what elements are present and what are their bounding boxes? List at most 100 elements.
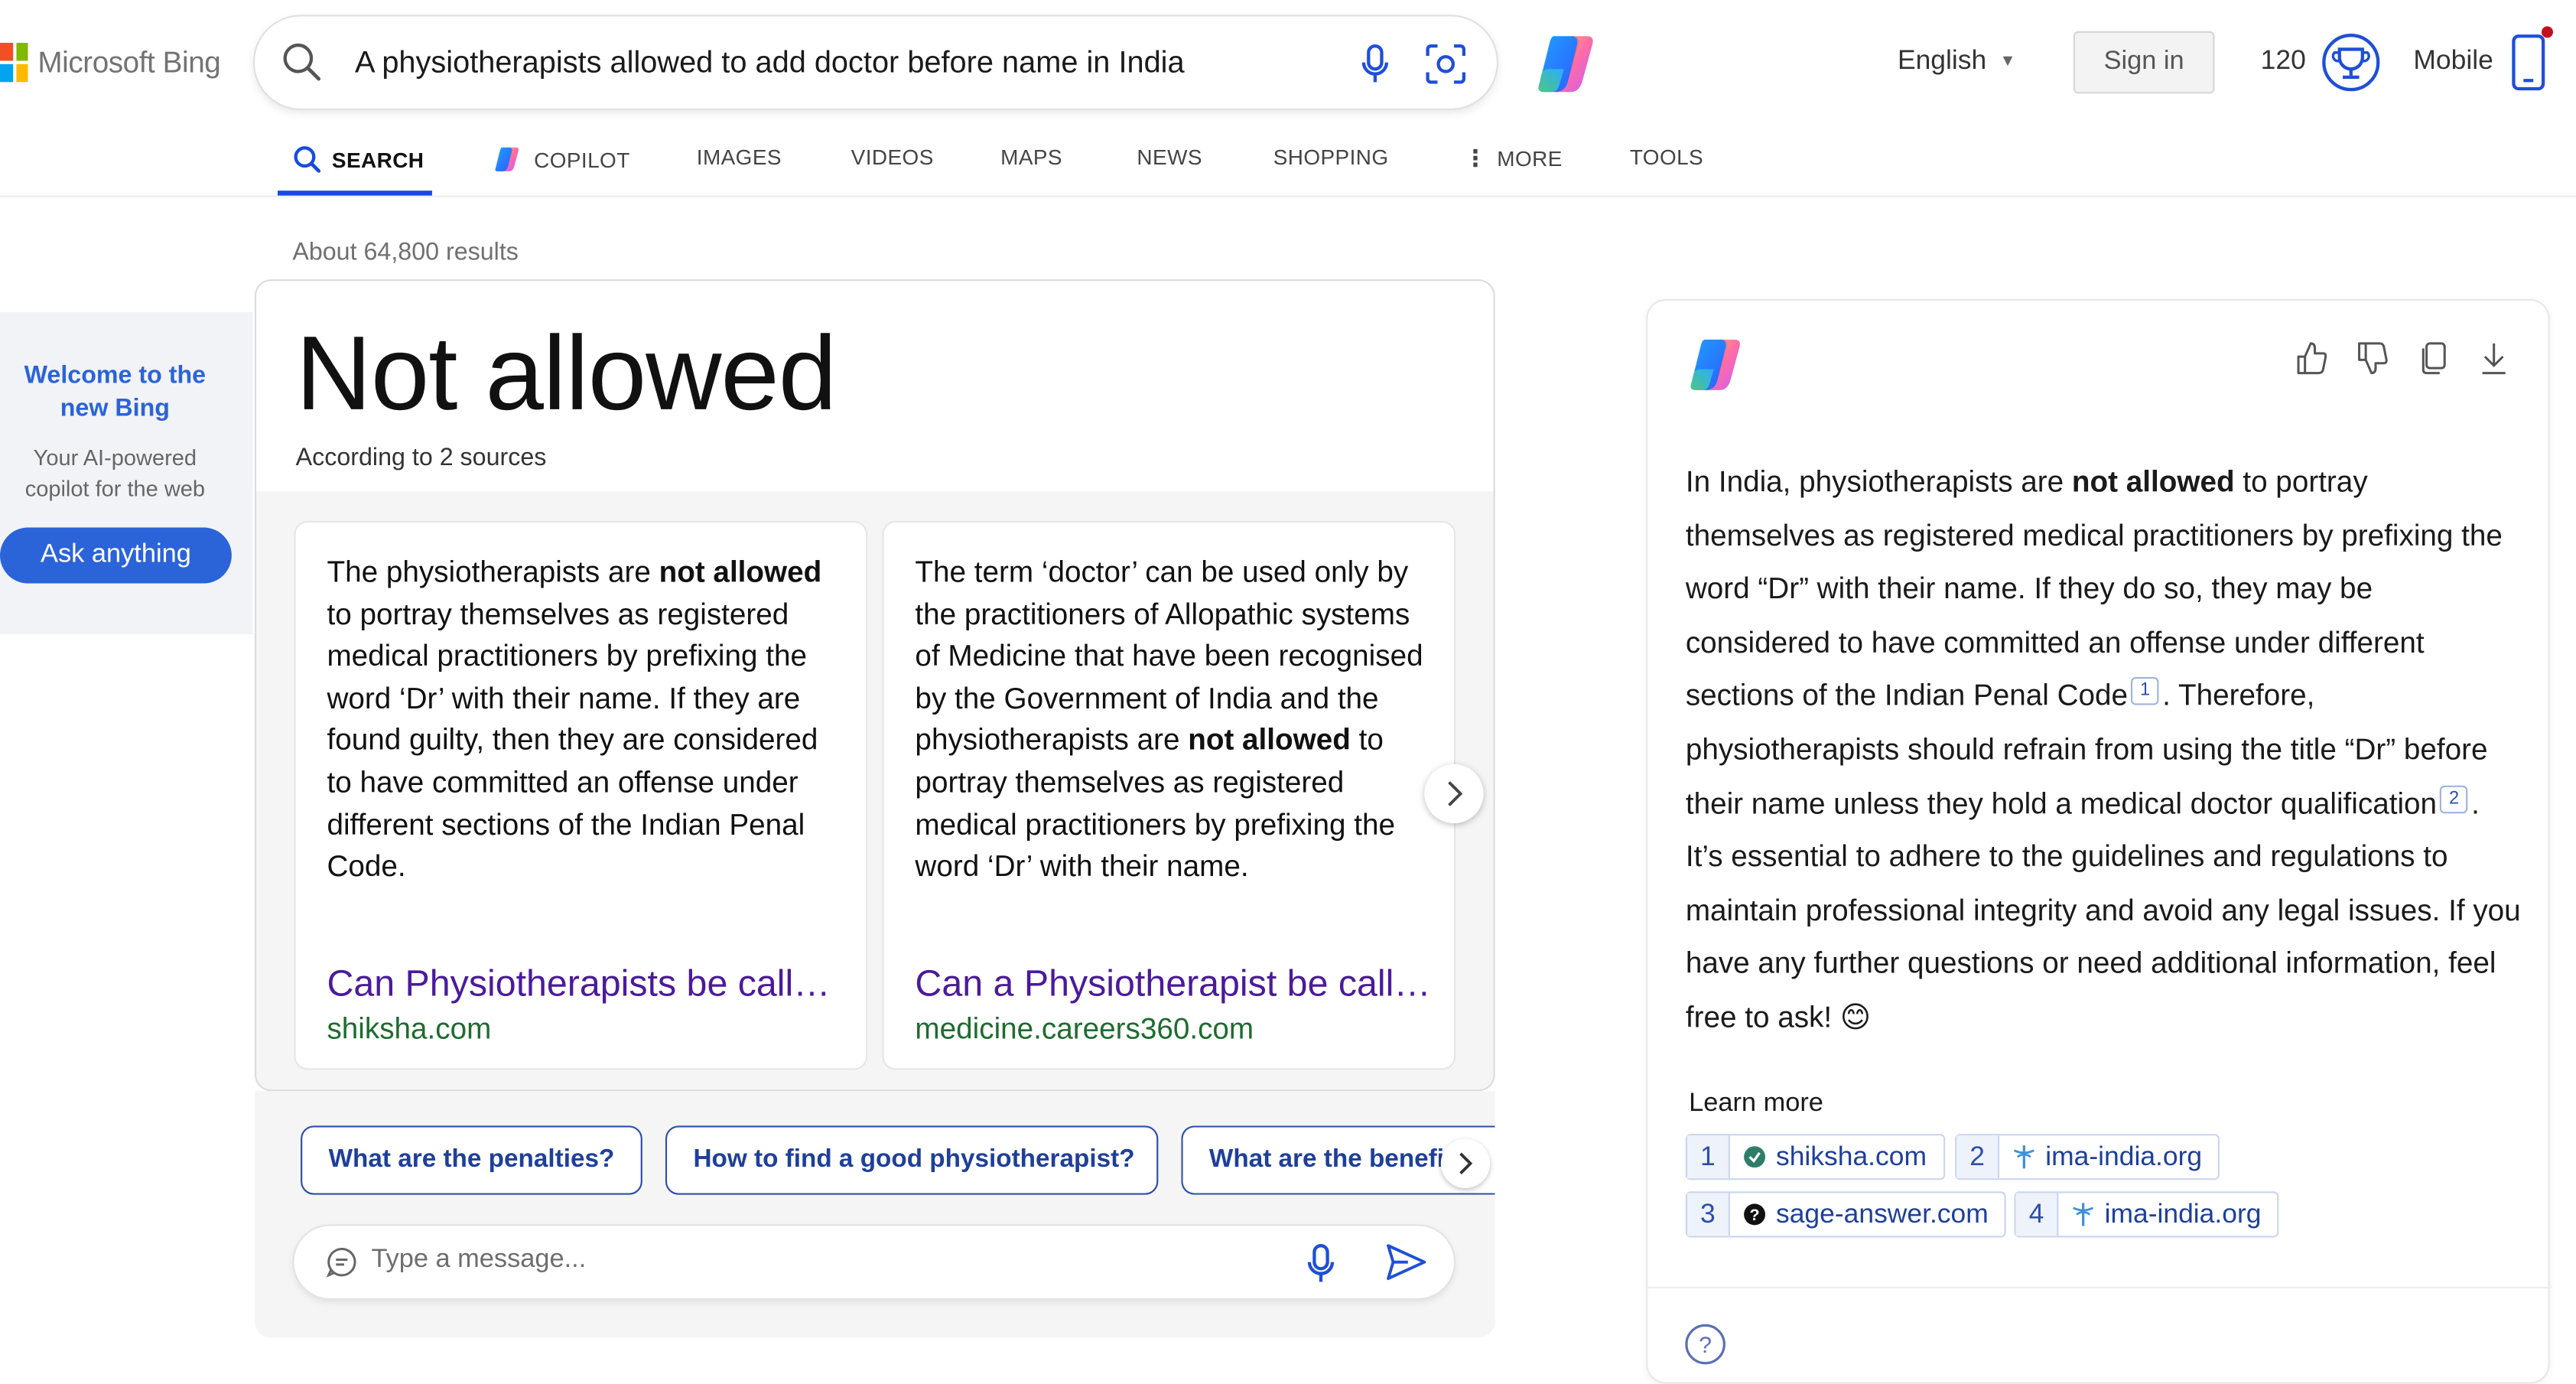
copilot-answer-text: In India, physiotherapists are not allow…	[1685, 464, 2521, 1034]
source-domain[interactable]: medicine.careers360.com	[915, 1012, 1254, 1047]
answer-card: Not allowed According to 2 sources The p…	[254, 279, 1495, 1092]
reference-number: 4	[2015, 1193, 2059, 1236]
chevron-right-icon	[1448, 781, 1463, 806]
tab-maps[interactable]: MAPS	[1000, 145, 1062, 169]
search-nav: SEARCH COPILOT IMAGES VIDEOS MAPS NEWS S…	[0, 132, 2576, 197]
language-label: English	[1897, 46, 1987, 76]
chips-next-button[interactable]	[1440, 1138, 1491, 1189]
reference-domain: shiksha.com	[1775, 1141, 1927, 1171]
tab-label: SEARCH	[331, 147, 424, 172]
citation-marker[interactable]: 2	[2440, 784, 2468, 813]
carousel-next-button[interactable]	[1424, 764, 1484, 824]
more-vertical-icon: ⋮	[1463, 145, 1488, 171]
tab-label: IMAGES	[696, 145, 782, 170]
tab-tools[interactable]: TOOLS	[1630, 145, 1703, 169]
reference-number: 1	[1686, 1135, 1730, 1179]
tab-label: SHOPPING	[1273, 145, 1389, 170]
caduceus-icon	[2012, 1144, 2035, 1170]
tab-images[interactable]: IMAGES	[697, 145, 782, 169]
tab-more[interactable]: ⋮ MORE	[1464, 145, 1563, 173]
visual-search-icon[interactable]	[1424, 43, 1467, 86]
microphone-icon[interactable]	[1305, 1242, 1338, 1285]
copy-icon[interactable]	[2417, 340, 2450, 376]
source-snippet: The physiotherapists are not allowed to …	[327, 555, 822, 883]
active-tab-indicator	[278, 191, 432, 196]
language-selector[interactable]: English ▼	[1898, 46, 2016, 77]
svg-text:?: ?	[1750, 1206, 1760, 1224]
reference-link[interactable]: 4 ima-india.org	[2014, 1191, 2280, 1238]
download-icon[interactable]	[2477, 340, 2510, 376]
reference-link[interactable]: 1 shiksha.com	[1685, 1134, 1945, 1180]
source-card[interactable]: The term ‘doctor’ can be used only by th…	[882, 520, 1456, 1070]
tab-label: TOOLS	[1629, 145, 1704, 170]
mobile-label[interactable]: Mobile	[2413, 46, 2493, 77]
thumbs-down-icon[interactable]	[2356, 340, 2389, 376]
chevron-down-icon: ▼	[1999, 52, 2016, 71]
citation-marker[interactable]: 1	[2131, 677, 2159, 706]
reference-link[interactable]: 2 ima-india.org	[1955, 1134, 2220, 1180]
sign-in-button[interactable]: Sign in	[2073, 31, 2215, 94]
tab-news[interactable]: NEWS	[1137, 145, 1202, 169]
copilot-answer-panel: In India, physiotherapists are not allow…	[1646, 298, 2552, 1384]
tab-label: COPILOT	[534, 147, 630, 172]
shiksha-favicon-icon	[1743, 1145, 1766, 1168]
thumbs-up-icon[interactable]	[2295, 340, 2328, 376]
welcome-panel: Welcome to the new Bing Your AI-powered …	[0, 312, 253, 635]
rewards-points[interactable]: 120	[2261, 46, 2306, 77]
source-link[interactable]: Can a Physiotherapist be called Doctor?	[915, 963, 1437, 1006]
question-circle-icon: ?	[1743, 1203, 1766, 1226]
tab-videos[interactable]: VIDEOS	[851, 145, 934, 169]
panel-divider	[1647, 1286, 2552, 1289]
answer-actions	[2295, 340, 2510, 376]
tab-shopping[interactable]: SHOPPING	[1273, 145, 1389, 169]
message-input-box[interactable]: Type a message...	[294, 1226, 1454, 1298]
search-input[interactable]: A physiotherapists allowed to add doctor…	[355, 44, 1185, 80]
results-count: About 64,800 results	[292, 238, 519, 266]
search-icon	[294, 146, 321, 173]
chat-bubble-icon	[326, 1247, 356, 1278]
source-domain[interactable]: shiksha.com	[327, 1012, 491, 1047]
ask-anything-button[interactable]: Ask anything	[0, 527, 232, 584]
answer-headline: Not allowed	[295, 314, 838, 432]
svg-text:?: ?	[1699, 1333, 1712, 1358]
followup-chip[interactable]: What are the penalties?	[301, 1125, 642, 1195]
tab-copilot[interactable]: COPILOT	[491, 145, 629, 174]
notification-dot	[2541, 26, 2553, 38]
message-input[interactable]: Type a message...	[371, 1246, 586, 1275]
answer-header: Not allowed According to 2 sources	[256, 281, 1494, 492]
tab-label: MORE	[1497, 146, 1563, 171]
answer-source-count: According to 2 sources	[295, 443, 547, 472]
learn-more-label: Learn more	[1689, 1089, 1823, 1118]
reference-domain: ima-india.org	[2104, 1198, 2262, 1229]
search-icon[interactable]	[281, 41, 324, 84]
followup-section: What are the penalties? How to find a go…	[254, 1091, 1495, 1338]
tab-search[interactable]: SEARCH	[292, 145, 424, 174]
welcome-subtitle: Your AI-powered copilot for the web	[24, 445, 206, 502]
bing-logo[interactable]: Microsoft Bing	[0, 42, 221, 83]
source-card[interactable]: The physiotherapists are not allowed to …	[294, 520, 868, 1070]
reference-domain: sage-answer.com	[1775, 1198, 1989, 1229]
tab-label: NEWS	[1137, 145, 1202, 170]
caduceus-icon	[2072, 1201, 2095, 1227]
source-snippet: The term ‘doctor’ can be used only by th…	[915, 555, 1423, 883]
welcome-title: Welcome to the new Bing	[24, 361, 207, 423]
search-box[interactable]: A physiotherapists allowed to add doctor…	[254, 16, 1497, 109]
copilot-logo-icon	[1690, 339, 1740, 390]
followup-chip[interactable]: How to find a good physiotherapist?	[665, 1125, 1159, 1195]
help-icon[interactable]: ?	[1684, 1323, 1727, 1366]
send-icon[interactable]	[1385, 1241, 1428, 1284]
microphone-icon[interactable]	[1358, 43, 1391, 86]
copilot-logo-icon[interactable]	[1531, 30, 1604, 99]
reference-number: 2	[1956, 1135, 2000, 1179]
source-link[interactable]: Can Physiotherapists be called Doctors?	[327, 963, 849, 1006]
mobile-phone-icon[interactable]	[2510, 33, 2546, 92]
logo-text: Microsoft Bing	[37, 45, 221, 79]
rewards-trophy-icon[interactable]	[2321, 33, 2380, 92]
reference-link[interactable]: 3 ? sage-answer.com	[1685, 1191, 2007, 1238]
reference-number: 3	[1686, 1193, 1730, 1236]
microsoft-logo-icon	[0, 42, 28, 83]
copilot-icon	[495, 147, 519, 172]
reference-domain: ima-india.org	[2045, 1141, 2203, 1171]
tab-label: VIDEOS	[851, 145, 934, 170]
tab-label: MAPS	[1000, 145, 1063, 170]
